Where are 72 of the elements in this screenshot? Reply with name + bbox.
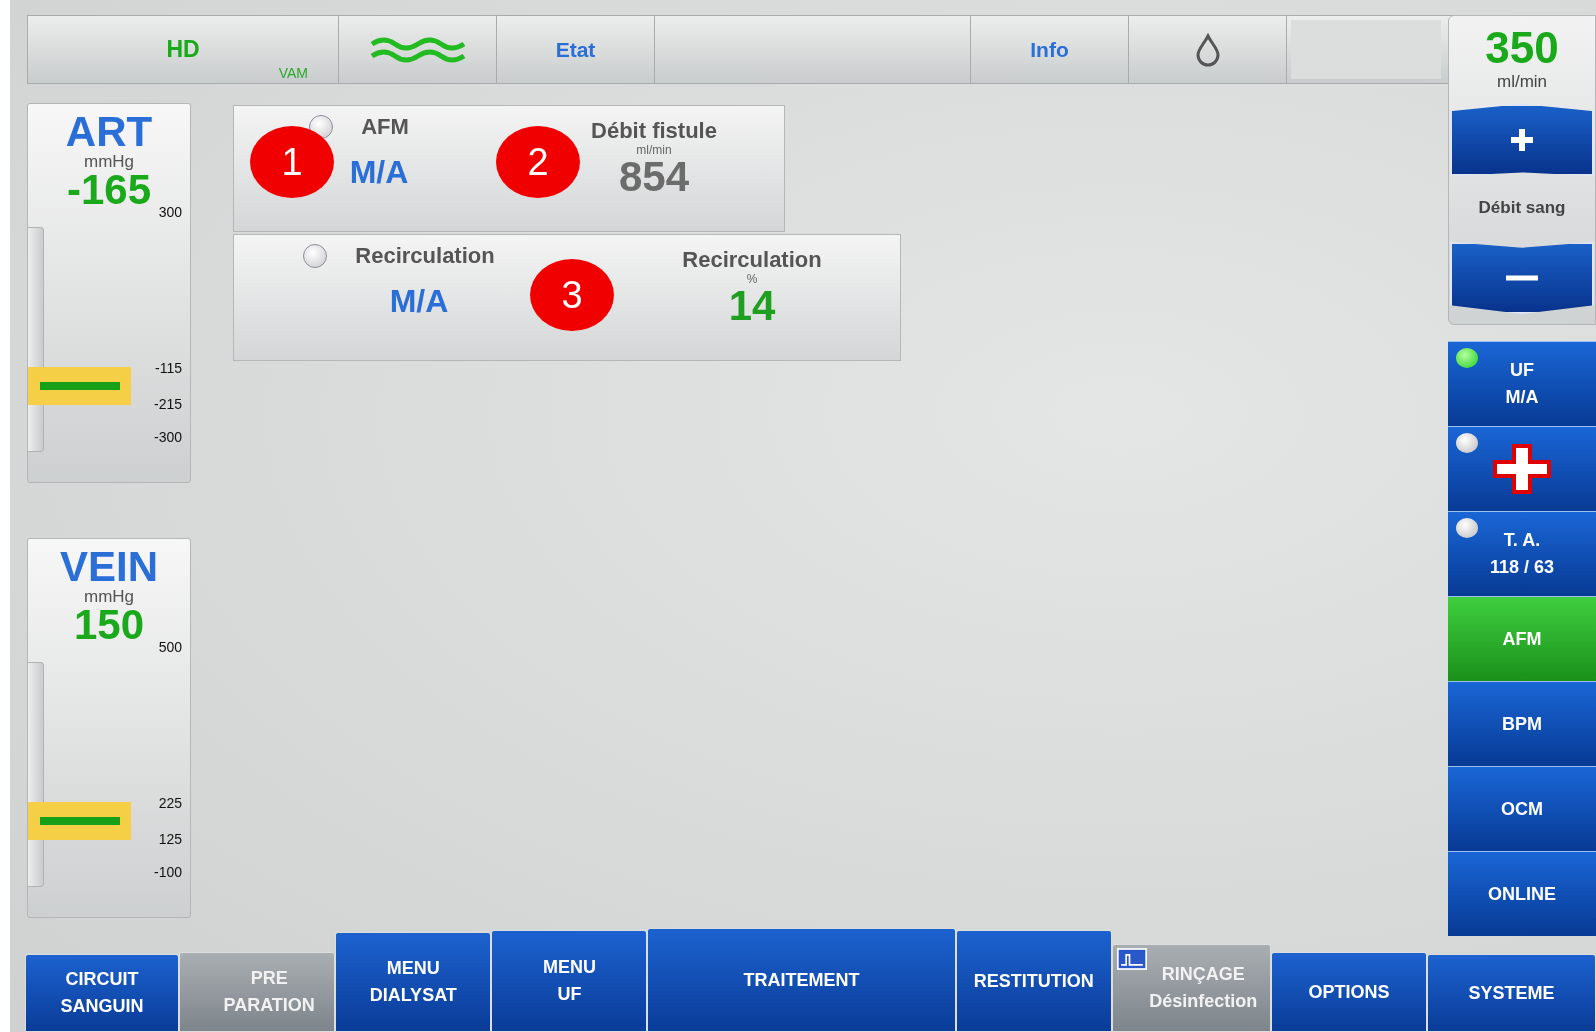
scale-label: -215 — [153, 396, 182, 412]
panel-value: 854 — [618, 156, 690, 198]
nav-label: MENU — [542, 957, 596, 978]
side-button[interactable]: ONLINE — [1448, 851, 1596, 936]
pump-label: Débit sang — [1478, 198, 1566, 218]
cross-icon — [1493, 444, 1551, 494]
scale-label: 225 — [158, 795, 182, 811]
scale-label: 300 — [158, 204, 182, 220]
mode-sublabel: VAM — [278, 65, 308, 81]
gauge-title: ART — [65, 110, 153, 154]
nav-button[interactable]: CIRCUIT SANGUIN — [25, 954, 180, 1032]
scale-label: 500 — [158, 639, 182, 655]
panel-value: 14 — [728, 285, 776, 327]
button-label: OCM — [1501, 798, 1543, 820]
panel-unit: % — [746, 273, 758, 285]
panel-label: Recirculation — [355, 243, 495, 269]
panel-label: Recirculation — [682, 247, 822, 273]
top-tab[interactable]: Etat — [497, 16, 655, 83]
button-label: 118 / 63 — [1489, 557, 1555, 578]
button-label: ONLINE — [1488, 883, 1556, 905]
button-label: T. A. — [1503, 530, 1541, 551]
button-label: AFM — [1502, 628, 1542, 650]
scale-label: 125 — [158, 831, 182, 847]
nav-button[interactable]: MENU UF — [491, 930, 648, 1032]
nav-button[interactable]: TRAITEMENT — [647, 928, 956, 1032]
side-button[interactable]: OCM — [1448, 766, 1596, 851]
panel-label: AFM — [361, 114, 409, 140]
gauge-unit: mmHg — [83, 154, 135, 170]
increase-button[interactable] — [1450, 104, 1594, 176]
nav-label: MENU — [386, 958, 440, 979]
nav-label: SANGUIN — [60, 996, 144, 1017]
gauge-title: VEIN — [60, 545, 158, 589]
nav-label: SYSTEME — [1468, 982, 1555, 1004]
button-label: BPM — [1502, 713, 1542, 735]
side-button[interactable]: BPM — [1448, 681, 1596, 766]
nav-label: OPTIONS — [1308, 981, 1390, 1003]
panel-value: M/A — [349, 154, 409, 191]
wave-icon — [369, 34, 466, 65]
button-label: UF — [1510, 360, 1534, 381]
nav-button[interactable]: OPTIONS — [1270, 952, 1427, 1032]
panel-label: Débit fistule — [591, 118, 717, 144]
nav-button[interactable]: MENU DIALYSAT — [335, 932, 492, 1032]
pump-value: 350 — [1485, 24, 1559, 72]
nav-label: DIALYSAT — [369, 985, 457, 1006]
nav-label: Désinfection — [1149, 991, 1258, 1012]
panel-unit: ml/min — [636, 144, 672, 156]
button-label: M/A — [1505, 387, 1539, 408]
decrease-button[interactable] — [1450, 242, 1594, 314]
side-button[interactable]: UF M/A — [1448, 341, 1596, 426]
nav-label: TRAITEMENT — [743, 969, 860, 991]
gauge-value: -165 — [66, 170, 152, 210]
side-button[interactable] — [1448, 426, 1596, 511]
nav-label: PARATION — [223, 995, 315, 1016]
gauge-value: 150 — [73, 605, 145, 645]
gauge-unit: mmHg — [83, 589, 135, 605]
nav-label: RESTITUTION — [973, 970, 1094, 992]
nav-button[interactable]: SYSTEME — [1427, 954, 1596, 1032]
nav-label: CIRCUIT — [65, 969, 139, 990]
nav-label: RINÇAGE — [1161, 964, 1245, 985]
side-button[interactable]: T. A. 118 / 63 — [1448, 511, 1596, 596]
minus-icon — [1506, 275, 1538, 281]
scale-label: -100 — [153, 864, 182, 880]
pump-unit: ml/min — [1496, 72, 1548, 92]
top-tab[interactable]: Info — [971, 16, 1129, 83]
scale-label: -115 — [155, 360, 182, 376]
nav-label: UF — [557, 984, 582, 1005]
panel-value: M/A — [389, 283, 449, 320]
scale-label: -300 — [153, 429, 182, 445]
mode-label: HD — [166, 36, 200, 63]
nav-label: PRE — [250, 968, 288, 989]
nav-button[interactable]: RESTITUTION — [955, 930, 1112, 1032]
plus-icon — [1509, 127, 1535, 153]
